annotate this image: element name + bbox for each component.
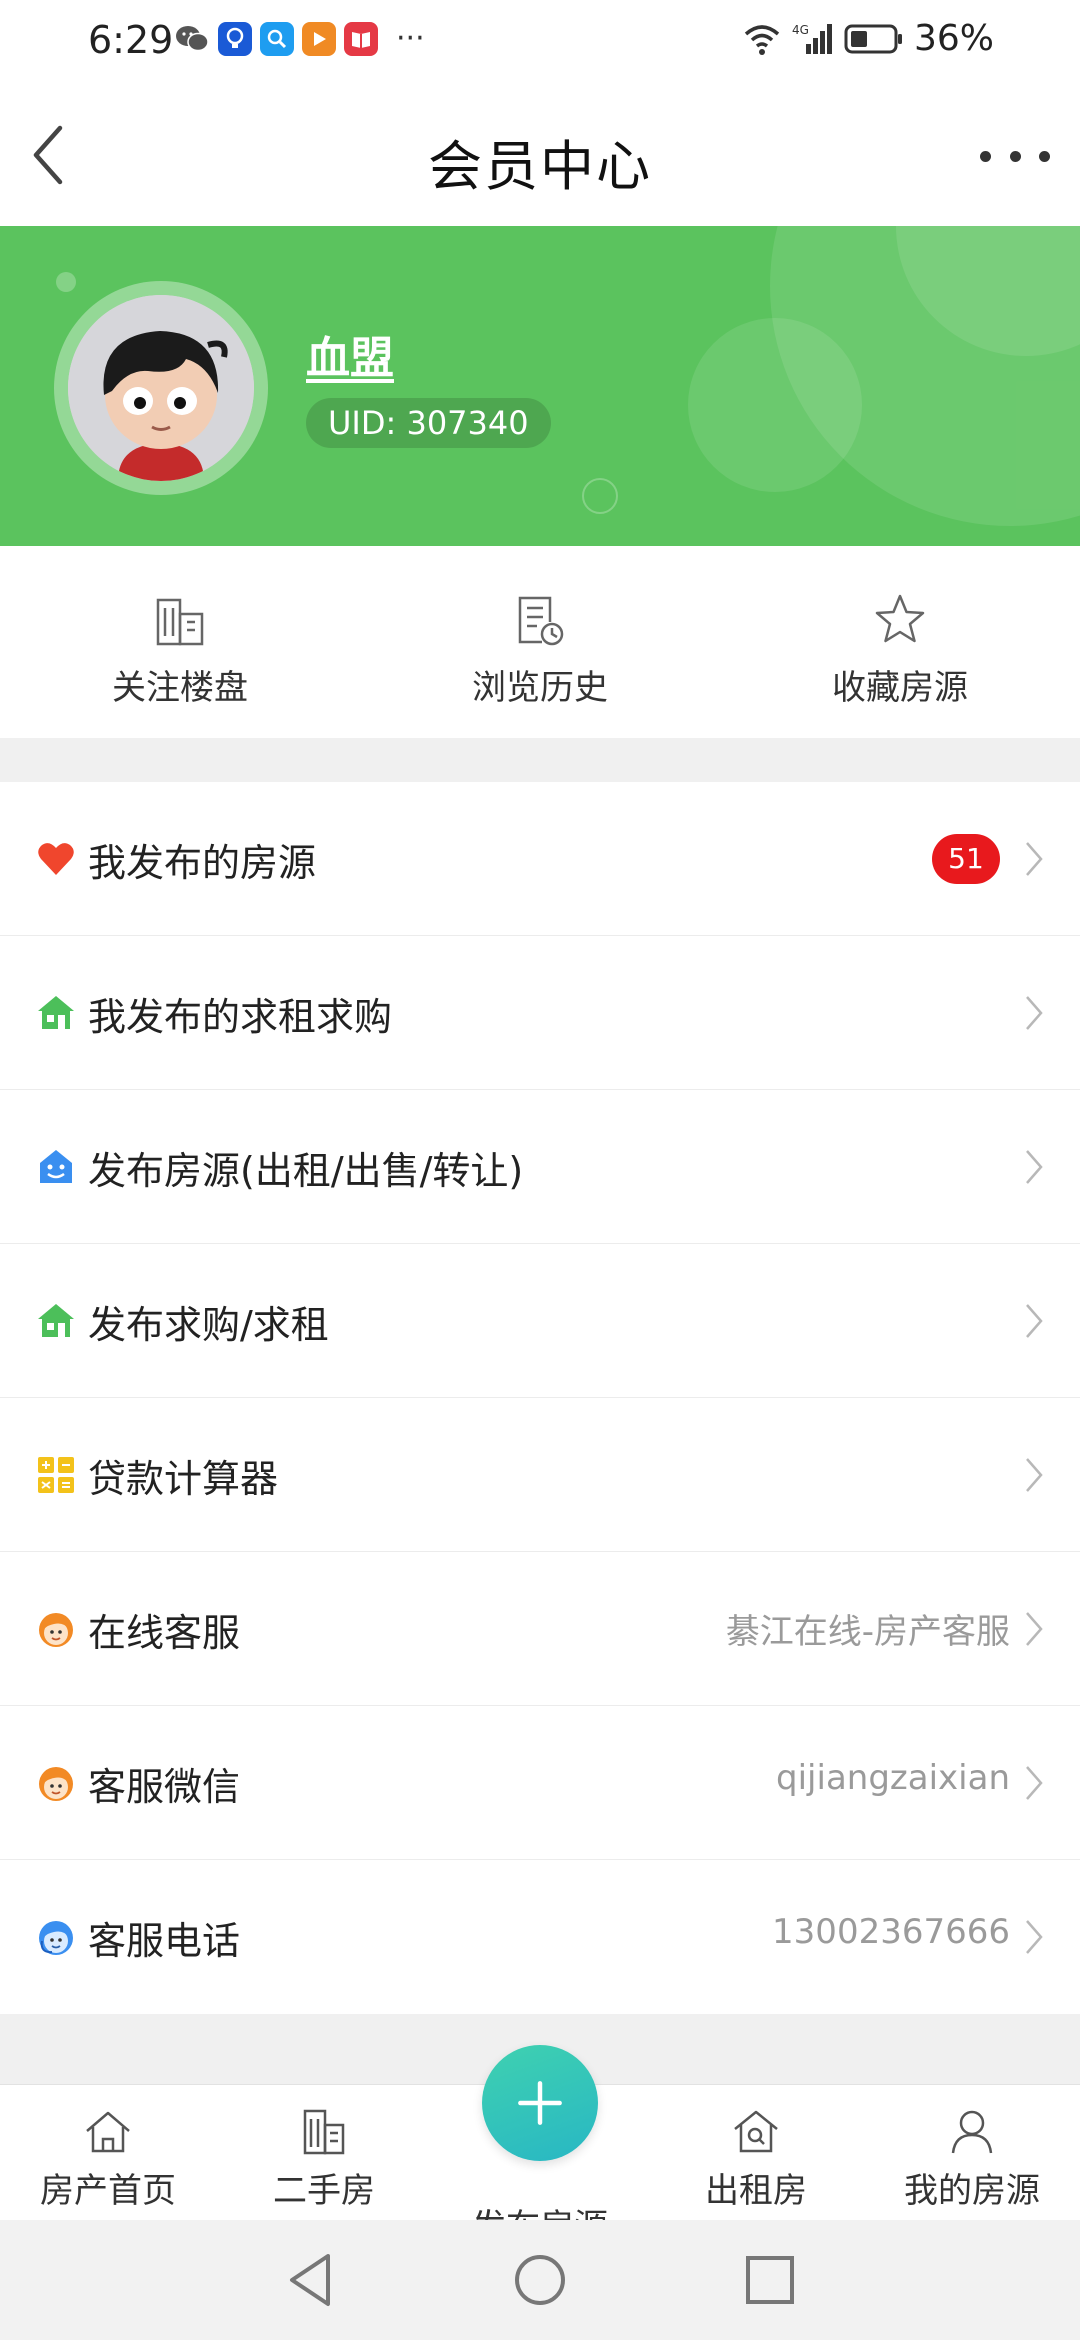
system-navigation-bar: [0, 2220, 1080, 2340]
quick-action-followed-estates[interactable]: 关注楼盘: [0, 546, 360, 738]
menu-item-post-request[interactable]: 发布求购/求租: [0, 1244, 1080, 1398]
battery-icon: [844, 24, 902, 53]
house-icon: [38, 996, 74, 1029]
menu-item-label: 发布求购/求租: [88, 1303, 329, 1347]
plus-icon: [518, 2081, 562, 2125]
app-bulb-icon: [218, 22, 252, 56]
status-more-indicator: ···: [396, 21, 425, 56]
menu-item-loan-calculator[interactable]: 贷款计算器: [0, 1398, 1080, 1552]
chevron-right-icon: [1026, 1150, 1043, 1184]
avatar[interactable]: [54, 281, 268, 495]
chevron-right-icon: [1026, 996, 1043, 1030]
quick-action-label: 浏览历史: [472, 668, 608, 708]
tab-post-listing[interactable]: 发布房源: [432, 2045, 648, 2247]
tab-label: 二手房: [273, 2171, 375, 2211]
quick-action-label: 收藏房源: [832, 668, 968, 708]
app-video-icon: [302, 22, 336, 56]
page-title: 会员中心: [428, 135, 652, 198]
wechat-icon: [176, 26, 209, 52]
svg-text:4G: 4G: [792, 23, 809, 37]
menu-item-my-requests[interactable]: 我发布的求租求购: [0, 936, 1080, 1090]
profile-banner: 血盟 UID: 307340: [0, 226, 1080, 546]
app-search-icon: [260, 22, 294, 56]
menu-item-online-service[interactable]: 在线客服 綦江在线-房产客服: [0, 1552, 1080, 1706]
menu-item-post-listing[interactable]: 发布房源(出租/出售/转让): [0, 1090, 1080, 1244]
history-icon: [518, 596, 564, 646]
post-listing-button[interactable]: [482, 2045, 598, 2161]
chevron-right-icon: [1026, 1304, 1043, 1338]
quick-action-favorites[interactable]: 收藏房源: [720, 546, 1080, 738]
system-home-icon[interactable]: [512, 2250, 568, 2310]
building-icon: [303, 2109, 345, 2155]
menu-item-label: 我发布的房源: [88, 841, 317, 885]
status-time: 6:29: [88, 18, 174, 62]
banner-decoration: [56, 272, 76, 292]
quick-action-browse-history[interactable]: 浏览历史: [360, 546, 720, 738]
tab-label: 出租房: [705, 2171, 807, 2211]
chevron-right-icon: [1026, 1920, 1043, 1954]
tab-label: 我的房源: [904, 2171, 1040, 2211]
bottom-tab-bar: 房产首页 二手房 发布房源 出租房: [0, 2045, 1080, 2247]
menu-item-service-wechat[interactable]: 客服微信 qijiangzaixian: [0, 1706, 1080, 1860]
home-icon: [86, 2111, 130, 2153]
menu-item-my-listings[interactable]: 我发布的房源 51: [0, 782, 1080, 936]
tab-second-hand[interactable]: 二手房: [216, 2085, 432, 2220]
menu-item-label: 客服电话: [88, 1919, 241, 1963]
service-icon: [39, 1767, 73, 1801]
house-search-icon: [734, 2110, 778, 2153]
menu-item-value: 綦江在线-房产客服: [725, 1612, 1010, 1652]
service-icon: [39, 1613, 73, 1647]
star-icon: [875, 594, 925, 643]
status-notification-icons: ···: [174, 22, 425, 56]
quick-actions: 关注楼盘 浏览历史 收藏房源: [0, 546, 1080, 738]
status-bar: 6:29 ··· 4G 36%: [0, 0, 1080, 84]
menu-item-label: 客服微信: [88, 1765, 241, 1809]
wifi-icon: [744, 24, 780, 55]
menu-item-value: qijiangzaixian: [776, 1758, 1010, 1798]
tab-label: 房产首页: [40, 2171, 176, 2211]
menu-item-service-phone[interactable]: 客服电话 13002367666: [0, 1860, 1080, 2014]
more-options-icon[interactable]: [980, 136, 1050, 176]
headset-icon: [39, 1921, 73, 1955]
signal-icon: 4G: [792, 23, 832, 54]
nav-bar: 会员中心: [0, 84, 1080, 226]
chevron-right-icon: [1026, 1458, 1043, 1492]
tab-my-listings[interactable]: 我的房源: [864, 2085, 1080, 2220]
tab-home[interactable]: 房产首页: [0, 2085, 216, 2220]
chevron-right-icon: [1026, 842, 1043, 876]
tab-rental[interactable]: 出租房: [648, 2085, 864, 2220]
chevron-right-icon: [1026, 1612, 1043, 1646]
menu-item-label: 发布房源(出租/出售/转让): [88, 1149, 524, 1193]
building-icon: [156, 598, 204, 646]
quick-action-label: 关注楼盘: [112, 668, 248, 708]
calculator-icon: [38, 1457, 74, 1493]
heart-icon: [38, 843, 74, 875]
chevron-right-icon: [1026, 1766, 1043, 1800]
menu-item-label: 贷款计算器: [88, 1457, 279, 1501]
system-back-icon[interactable]: [284, 2250, 336, 2310]
menu-item-label: 我发布的求租求购: [88, 995, 393, 1039]
status-system-icons: 4G 36%: [742, 18, 994, 59]
house-icon: [38, 1304, 74, 1337]
user-name: 血盟: [306, 333, 394, 384]
system-recents-icon[interactable]: [742, 2250, 798, 2310]
listing-count-badge: 51: [932, 834, 1000, 884]
menu-list: 我发布的房源 51 我发布的求租求购 发布房源(出租/出售/转让) 发布求购/求…: [0, 782, 1080, 2014]
banner-decoration: [688, 318, 862, 492]
menu-item-label: 在线客服: [88, 1611, 241, 1655]
battery-percentage: 36%: [913, 18, 994, 59]
app-book-icon: [344, 22, 378, 56]
user-uid-badge: UID: 307340: [306, 398, 551, 448]
banner-decoration: [582, 478, 618, 514]
smile-house-icon: [40, 1150, 72, 1183]
menu-item-value: 13002367666: [772, 1912, 1010, 1952]
person-icon: [951, 2110, 993, 2154]
avatar-image: [68, 295, 254, 481]
